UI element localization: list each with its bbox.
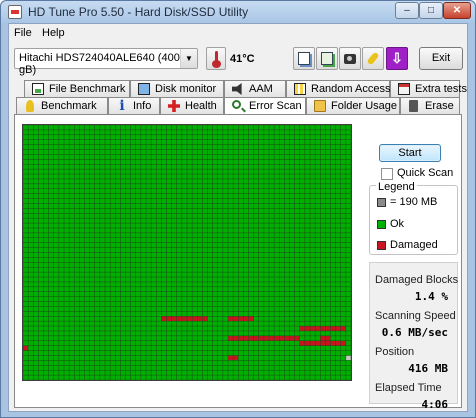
legend-damaged-label: Damaged [390,239,438,251]
tab-label: Health [185,100,217,112]
tab-label: File Benchmark [49,83,126,95]
legend-block-size-label: = 190 MB [390,196,438,208]
position-label: Position [375,346,415,358]
options-key-icon [366,51,380,66]
tab-random-access[interactable]: Random Access [286,80,390,97]
damaged-blocks-label: Damaged Blocks [375,274,459,286]
tab-label: Error Scan [249,100,302,112]
window-title: HD Tune Pro 5.50 - Hard Disk/SSD Utility [28,5,249,19]
extra-tests-icon [398,83,410,95]
health-cross-icon [168,100,180,112]
copy-info-icon [298,52,310,65]
quick-scan-checkbox[interactable] [381,168,393,180]
ok-swatch-icon [377,220,386,229]
close-button[interactable]: ✕ [443,2,471,19]
screenshot-camera-icon [344,54,356,64]
tab-label: Folder Usage [331,100,398,112]
chevron-down-icon[interactable]: ▼ [180,49,197,68]
legend-ok-label: Ok [390,218,405,230]
block-swatch-icon [377,198,386,207]
info-icon: i [119,98,125,114]
damaged-block [23,345,29,351]
block-map [22,124,352,381]
tab-benchmark[interactable]: Benchmark [16,97,108,114]
tab-label: Random Access [311,83,391,95]
title-bar[interactable]: HD Tune Pro 5.50 - Hard Disk/SSD Utility… [1,1,475,23]
app-window: HD Tune Pro 5.50 - Hard Disk/SSD Utility… [0,0,476,418]
damaged-block [228,316,254,322]
save-download-icon: ⇩ [391,50,403,66]
speaker-icon [232,83,242,95]
tab-label: AAM [249,83,273,95]
damaged-swatch-icon [377,241,386,250]
tab-error-scan[interactable]: Error Scan [224,97,306,114]
menu-file[interactable]: File [14,27,32,39]
damaged-block [299,326,346,331]
menu-help[interactable]: Help [42,27,65,39]
random-access-icon [294,83,306,95]
current-block [345,355,351,361]
client-area: File Help Hitachi HDS724040ALE640 (4000 … [8,23,468,412]
start-button[interactable]: Start [379,144,441,162]
magnifier-icon [232,100,241,109]
folder-icon [314,100,326,112]
exit-button[interactable]: Exit [419,47,463,70]
trash-icon [409,100,418,112]
toolbar: Hitachi HDS724040ALE640 (4000 gB) ▼ 41°C… [9,42,467,76]
tab-label: Benchmark [41,100,97,112]
scanning-speed-value: 0.6 MB/sec [381,326,448,339]
damaged-blocks-value: 1.4 % [414,290,448,303]
damaged-block [299,340,346,346]
tab-info[interactable]: i Info [108,97,160,114]
elapsed-time-value: 4:06 [421,398,449,411]
copy-results-icon [321,52,333,65]
block-map-grid [23,125,351,380]
legend-title: Legend [376,181,417,193]
tab-aam[interactable]: AAM [224,80,286,97]
options-button[interactable] [362,47,384,70]
thermometer-icon [206,47,226,70]
position-value: 416 MB [408,362,448,375]
tab-folder-usage[interactable]: Folder Usage [306,97,400,114]
temperature-value: 41°C [230,53,255,65]
drive-select[interactable]: Hitachi HDS724040ALE640 (4000 gB) ▼ [14,48,198,76]
tab-label: Disk monitor [155,83,217,95]
elapsed-time-label: Elapsed Time [375,382,442,394]
drive-select-value: Hitachi HDS724040ALE640 (4000 gB) [19,52,186,76]
tab-label: Extra tests [415,83,467,95]
tab-label: Info [133,100,152,112]
damaged-block [161,316,208,322]
scanning-speed-label: Scanning Speed [375,310,456,322]
app-icon [8,5,22,19]
tab-label: Erase [425,100,454,112]
error-scan-panel: Start Quick Scan Legend = 190 MB Ok Dama… [14,114,462,411]
maximize-button[interactable]: □ [419,2,443,19]
quick-scan-label: Quick Scan [397,167,454,179]
screenshot-button[interactable] [339,47,361,70]
tab-health[interactable]: Health [160,97,224,114]
copy-info-button[interactable] [293,47,315,70]
save-button[interactable]: ⇩ [386,47,408,70]
benchmark-bulb-icon [26,100,34,112]
tab-disk-monitor[interactable]: Disk monitor [130,80,224,97]
tab-file-benchmark[interactable]: File Benchmark [24,80,130,97]
disk-monitor-icon [138,83,150,95]
tab-extra-tests[interactable]: Extra tests [390,80,467,97]
minimize-button[interactable]: – [395,2,419,19]
copy-results-button[interactable] [316,47,338,70]
file-benchmark-icon [32,83,44,95]
tab-erase[interactable]: Erase [400,97,460,114]
menu-bar: File Help [9,24,467,42]
